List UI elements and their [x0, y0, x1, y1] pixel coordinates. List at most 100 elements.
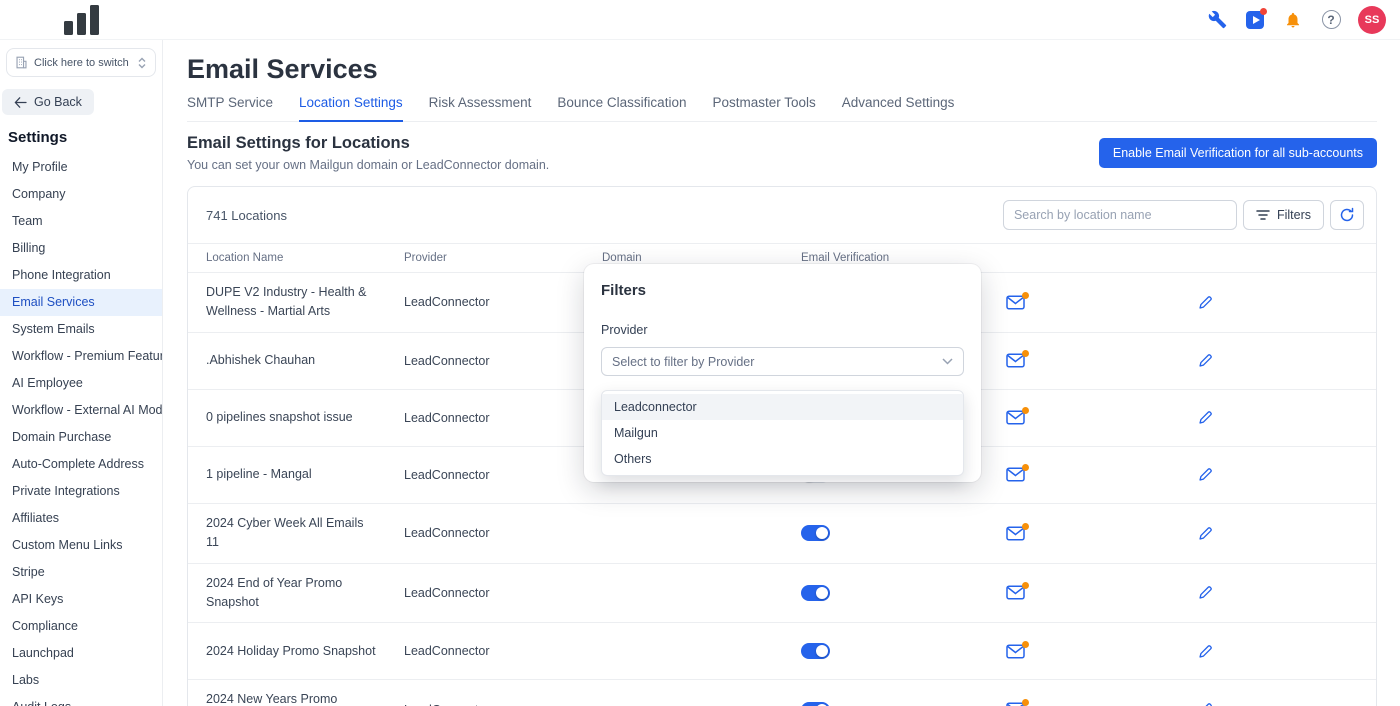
location-name: 2024 New Years Promo Snapshot	[206, 692, 338, 706]
edit-icon[interactable]	[1198, 644, 1213, 659]
sidebar-item-my-profile[interactable]: My Profile	[0, 154, 162, 181]
mail-status-icon[interactable]	[1006, 291, 1029, 310]
sidebar-item-private-integrations[interactable]: Private Integrations	[0, 478, 162, 505]
warning-dot	[1022, 407, 1029, 415]
tab-postmaster-tools[interactable]: Postmaster Tools	[712, 95, 815, 121]
edit-icon[interactable]	[1198, 526, 1213, 541]
domain-value	[584, 564, 783, 623]
avatar[interactable]: SS	[1358, 5, 1386, 34]
logo-bars-icon	[63, 4, 99, 35]
sidebar-item-billing[interactable]: Billing	[0, 235, 162, 262]
mail-status-icon[interactable]	[1006, 582, 1029, 600]
modal-title: Filters	[601, 282, 647, 299]
sidebar-item-team[interactable]: Team	[0, 208, 162, 235]
enable-email-verification-button[interactable]: Enable Email Verification for all sub-ac…	[1098, 138, 1377, 168]
email-verification-toggle[interactable]	[801, 525, 830, 542]
warning-dot	[1022, 350, 1029, 358]
tab-bar: SMTP Service Location Settings Risk Assess…	[187, 95, 1377, 122]
sidebar-item-auto-complete-address[interactable]: Auto-Complete Address	[0, 451, 162, 478]
location-name: 2024 Cyber Week All Emails 11	[206, 515, 364, 550]
tab-smtp-service[interactable]: SMTP Service	[187, 95, 273, 121]
sidebar-item-launchpad[interactable]: Launchpad	[0, 640, 162, 667]
sidebar-item-compliance[interactable]: Compliance	[0, 613, 162, 640]
sidebar-item-audit-logs[interactable]: Audit Logs	[0, 694, 162, 706]
email-verification-toggle[interactable]	[801, 584, 830, 601]
edit-icon[interactable]	[1198, 295, 1213, 310]
table-row: 2024 Cyber Week All Emails 11 LeadConnect…	[188, 502, 1376, 563]
email-verification-toggle[interactable]	[801, 701, 830, 706]
sidebar-item-api-keys[interactable]: API Keys	[0, 586, 162, 613]
help-icon[interactable]: ?	[1320, 9, 1342, 31]
location-name: DUPE V2 Industry - Health & Wellness - M…	[206, 285, 367, 319]
provider-name: LeadConnector	[404, 353, 490, 368]
sidebar-item-workflow-premium-features[interactable]: Workflow - Premium Features	[0, 343, 162, 370]
section-subtitle: You can set your own Mailgun domain or L…	[187, 158, 550, 172]
pencil-icon	[1199, 644, 1212, 658]
warning-dot	[1022, 291, 1029, 299]
search-input[interactable]	[1002, 200, 1237, 230]
email-verification-toggle[interactable]	[801, 643, 830, 660]
refresh-icon	[1340, 207, 1354, 222]
mail-status-icon[interactable]	[1006, 464, 1029, 482]
account-switcher[interactable]: Click here to switch	[6, 48, 156, 77]
pencil-icon	[1199, 411, 1212, 424]
email-verification-cell	[783, 680, 1376, 706]
tab-location-settings[interactable]: Location Settings	[299, 95, 403, 122]
sidebar-item-email-services[interactable]: Email Services	[0, 289, 162, 316]
tools-icon[interactable]	[1206, 9, 1228, 31]
tab-bounce-classification[interactable]: Bounce Classification	[557, 95, 686, 121]
chevron-updown-icon	[138, 57, 146, 68]
go-back-button[interactable]: Go Back	[2, 89, 94, 115]
sidebar-item-labs[interactable]: Labs	[0, 667, 162, 694]
question-mark-glyph: ?	[1321, 10, 1341, 29]
sidebar-item-phone-integration[interactable]: Phone Integration	[0, 262, 162, 289]
warning-dot	[1022, 640, 1029, 648]
sidebar-item-stripe[interactable]: Stripe	[0, 559, 162, 586]
email-verification-cell	[783, 623, 1376, 679]
edit-icon[interactable]	[1198, 467, 1213, 482]
filter-icon	[1256, 210, 1270, 220]
mail-status-icon[interactable]	[1006, 407, 1029, 425]
filters-button[interactable]: Filters	[1242, 200, 1324, 230]
provider-option-others[interactable]: Others	[602, 446, 963, 472]
topbar: ? SS	[0, 0, 1400, 40]
mail-status-icon[interactable]	[1006, 350, 1029, 368]
tab-advanced-settings[interactable]: Advanced Settings	[842, 95, 955, 121]
chevron-down-icon	[942, 358, 953, 365]
provider-select[interactable]: Select to filter by Provider	[601, 347, 964, 376]
provider-name: LeadConnector	[404, 585, 490, 600]
pencil-icon	[1199, 586, 1212, 599]
mail-status-icon[interactable]	[1006, 699, 1029, 706]
bell-icon[interactable]	[1282, 9, 1304, 31]
provider-option-mailgun[interactable]: Mailgun	[602, 420, 963, 446]
provider-option-leadconnector[interactable]: Leadconnector	[602, 394, 963, 420]
mail-status-icon[interactable]	[1006, 640, 1029, 659]
sidebar-item-domain-purchase[interactable]: Domain Purchase	[0, 424, 162, 451]
sidebar-item-ai-employee[interactable]: AI Employee	[0, 370, 162, 397]
sidebar-nav: My Profile Company Team Billing Phone Integr…	[0, 154, 162, 706]
provider-name: LeadConnector	[404, 467, 490, 482]
location-name: 2024 End of Year Promo Snapshot	[206, 575, 343, 609]
provider-label: Provider	[601, 323, 648, 337]
edit-icon[interactable]	[1198, 585, 1213, 600]
domain-value	[584, 680, 783, 706]
announcement-icon[interactable]	[1244, 7, 1267, 31]
pencil-icon	[1199, 468, 1212, 481]
sidebar-item-system-emails[interactable]: System Emails	[0, 316, 162, 343]
email-verification-cell	[783, 504, 1376, 563]
sidebar-item-affiliates[interactable]: Affiliates	[0, 505, 162, 532]
domain-value	[584, 623, 783, 679]
tab-risk-assessment[interactable]: Risk Assessment	[429, 95, 532, 121]
refresh-button[interactable]	[1330, 200, 1364, 230]
sidebar-item-company[interactable]: Company	[0, 181, 162, 208]
sidebar-item-workflow-external-ai-models[interactable]: Workflow - External AI Models	[0, 397, 162, 424]
sidebar-item-custom-menu-links[interactable]: Custom Menu Links	[0, 532, 162, 559]
toggle-knob	[816, 645, 828, 658]
app-logo[interactable]	[0, 3, 163, 37]
mail-status-icon[interactable]	[1006, 522, 1029, 541]
edit-icon[interactable]	[1198, 702, 1213, 706]
location-name: 0 pipelines snapshot issue	[206, 410, 353, 425]
edit-icon[interactable]	[1198, 353, 1213, 368]
page-title: Email Services	[187, 54, 378, 84]
edit-icon[interactable]	[1198, 410, 1213, 425]
